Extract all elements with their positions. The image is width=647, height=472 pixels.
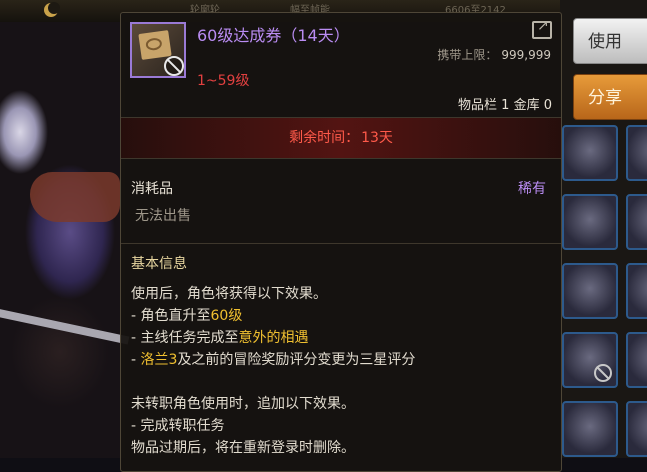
- share-icon[interactable]: [532, 18, 552, 39]
- character-sword: [0, 307, 130, 345]
- item-rarity: 稀有: [518, 181, 546, 197]
- desc-intro-2: 未转职角色使用时，追加以下效果。: [131, 396, 355, 412]
- expiry-note: 物品过期后，将在重新登录时删除。: [131, 440, 355, 456]
- inventory-slot[interactable]: [626, 125, 647, 181]
- inventory-slot[interactable]: [626, 332, 647, 388]
- item-tooltip: 60级达成券（14天） 携带上限：999,999 1~59级 物品栏 1 金库 …: [120, 12, 562, 472]
- carry-limit-label: 携带上限：: [437, 48, 498, 62]
- item-description: 使用后，角色将获得以下效果。 - 角色直升至60级 - 主线任务完成至意外的相遇…: [131, 283, 551, 459]
- character-portrait: [0, 22, 130, 458]
- remaining-time-value: 13天: [361, 130, 393, 146]
- moon-icon: [44, 2, 60, 17]
- item-category: 消耗品: [131, 181, 173, 197]
- character-arm: [30, 172, 120, 222]
- divider: [121, 243, 561, 244]
- coupon-book-icon: [130, 22, 186, 78]
- inventory-slot[interactable]: [626, 401, 647, 457]
- level-range: 1~59级: [197, 73, 250, 89]
- storage-count: 物品栏 1 金库 0: [458, 98, 552, 113]
- carry-limit: 携带上限： 999,999: [437, 46, 551, 63]
- no-trade-icon: [594, 364, 612, 382]
- remaining-time-banner: 剩余时间： 13天: [121, 118, 561, 158]
- trade-restriction: 无法出售: [135, 208, 191, 224]
- effect-line-2: - 主线任务完成至意外的相遇: [131, 330, 309, 346]
- use-button[interactable]: 使用: [573, 18, 647, 64]
- inventory-slot[interactable]: [562, 194, 618, 250]
- carry-limit-value: 999,999: [501, 48, 551, 62]
- effect-line-1: - 角色直升至60级: [131, 308, 243, 324]
- inventory-slot[interactable]: [626, 194, 647, 250]
- divider: [121, 158, 561, 159]
- section-title: 基本信息: [131, 256, 187, 272]
- inventory-slot[interactable]: [626, 263, 647, 319]
- effect-line-3: - 洛兰3及之前的冒险奖励评分变更为三星评分: [131, 352, 416, 368]
- effect-line-4: - 完成转职任务: [131, 418, 225, 434]
- inventory-slot[interactable]: [562, 125, 618, 181]
- inventory-slot[interactable]: [562, 332, 618, 388]
- book-icon: [138, 30, 172, 60]
- desc-intro: 使用后，角色将获得以下效果。: [131, 286, 327, 302]
- item-name: 60级达成券（14天）: [197, 26, 350, 45]
- no-trade-icon: [164, 56, 184, 76]
- inventory-slot[interactable]: [562, 401, 618, 457]
- inventory-slot[interactable]: [562, 263, 618, 319]
- remaining-time-label: 剩余时间：: [289, 130, 360, 146]
- share-button[interactable]: 分享: [573, 74, 647, 120]
